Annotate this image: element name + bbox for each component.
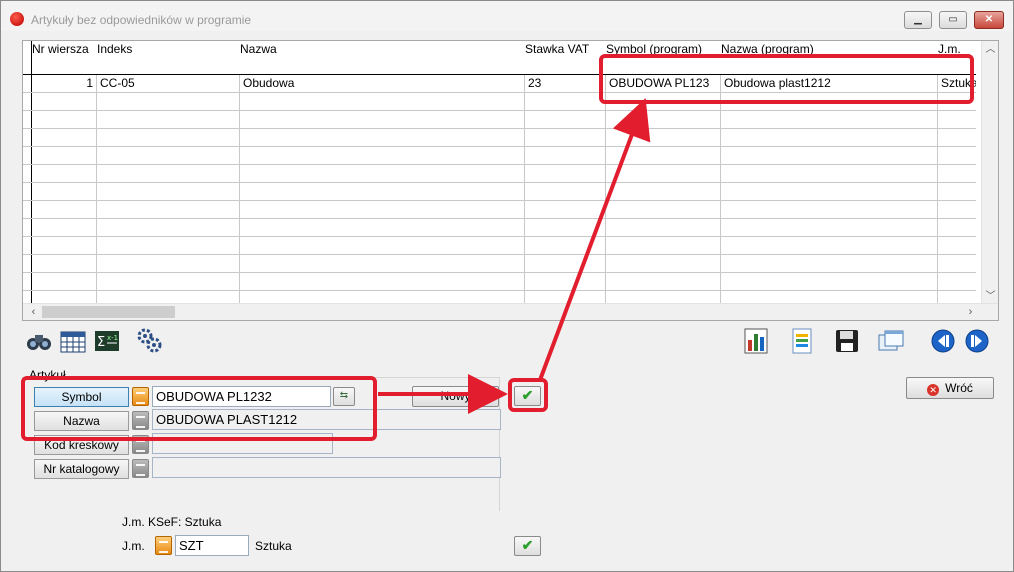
- scroll-right-icon[interactable]: ›: [962, 304, 979, 320]
- checkmark-icon: ✔: [521, 537, 534, 553]
- empty-table-row[interactable]: [23, 237, 976, 255]
- sum-formula-icon: Σx-1: [95, 331, 119, 351]
- column-header-indeks[interactable]: Indeks: [97, 41, 239, 75]
- cell-indeks[interactable]: CC-05: [97, 75, 239, 93]
- save-icon: [836, 330, 858, 352]
- scroll-left-icon[interactable]: ‹: [25, 304, 42, 320]
- column-header-vat[interactable]: Stawka VAT: [525, 41, 603, 75]
- maximize-icon: ▭: [948, 14, 958, 25]
- catalog-number-field[interactable]: [152, 457, 501, 478]
- unit-label: J.m.: [122, 539, 145, 553]
- unit-field[interactable]: SZT: [175, 535, 249, 556]
- close-button[interactable]: ✕: [974, 11, 1004, 29]
- bar-chart-icon: [744, 328, 768, 354]
- svg-text:Σ: Σ: [97, 335, 105, 350]
- empty-table-row[interactable]: [23, 165, 976, 183]
- cell-nazwa[interactable]: Obudowa: [240, 75, 522, 93]
- minimize-button[interactable]: ▁: [904, 11, 932, 29]
- catalog-number-picker-icon[interactable]: [132, 459, 149, 478]
- back-button[interactable]: ✕ Wróć: [906, 377, 994, 399]
- unit-picker-icon[interactable]: [155, 536, 172, 555]
- settings-cogs-button[interactable]: [136, 328, 164, 354]
- close-icon: ✕: [984, 14, 994, 25]
- title-bar: Artykuły bez odpowiedników w programie ▁…: [1, 1, 1013, 31]
- annotation-box-article-fields: [21, 376, 377, 441]
- calendar-grid-button[interactable]: [59, 328, 87, 354]
- next-button[interactable]: [963, 328, 991, 354]
- empty-table-row[interactable]: [23, 255, 976, 273]
- empty-table-row[interactable]: [23, 129, 976, 147]
- svg-text:x-1: x-1: [107, 334, 118, 342]
- empty-table-row[interactable]: [23, 183, 976, 201]
- previous-button[interactable]: [929, 328, 957, 354]
- column-header-nr[interactable]: Nr wiersza: [32, 41, 96, 75]
- confirm-unit-button[interactable]: ✔: [514, 536, 541, 556]
- app-icon: [10, 12, 24, 26]
- calendar-grid-icon: [60, 331, 86, 353]
- empty-table-row[interactable]: [23, 147, 976, 165]
- search-binoculars-button[interactable]: [25, 328, 53, 354]
- save-button[interactable]: [833, 328, 861, 354]
- cell-vat[interactable]: 23: [525, 75, 603, 93]
- cogs-icon: [137, 328, 162, 353]
- next-icon: [965, 329, 989, 353]
- windows-button[interactable]: [877, 328, 905, 354]
- vertical-scrollbar[interactable]: ︿ ﹀: [981, 41, 998, 305]
- column-header-nazwa[interactable]: Nazwa: [240, 41, 522, 75]
- document-icon: [792, 328, 812, 354]
- empty-table-row[interactable]: [23, 273, 976, 291]
- cancel-icon: ✕: [927, 384, 940, 396]
- empty-table-row[interactable]: [23, 201, 976, 219]
- binoculars-icon: [27, 335, 51, 350]
- empty-table-row[interactable]: [23, 219, 976, 237]
- minimize-icon: ▁: [914, 14, 922, 25]
- annotation-box-confirm: [508, 378, 548, 412]
- new-article-button[interactable]: Nowy: [412, 386, 499, 407]
- back-button-label: Wróć: [945, 381, 973, 395]
- scroll-up-icon[interactable]: ︿: [982, 41, 998, 58]
- cell-nr[interactable]: 1: [32, 75, 96, 93]
- prev-icon: [931, 329, 955, 353]
- maximize-button[interactable]: ▭: [939, 11, 967, 29]
- empty-table-row[interactable]: [23, 111, 976, 129]
- windows-icon: [878, 330, 904, 351]
- dialog-content: Nr wiersza Indeks Nazwa Stawka VAT Symbo…: [9, 31, 1005, 565]
- catalog-number-search-button[interactable]: Nr katalogowy: [34, 459, 129, 479]
- sum-formula-button[interactable]: Σx-1: [93, 328, 121, 354]
- window-title: Artykuły bez odpowiedników w programie: [31, 13, 252, 27]
- unit-name-label: Sztuka: [255, 539, 292, 553]
- ksef-unit-label: J.m. KSeF: Sztuka: [122, 515, 222, 529]
- horizontal-scroll-thumb[interactable]: [42, 306, 175, 318]
- annotation-box-program-columns: [599, 54, 974, 104]
- horizontal-scrollbar[interactable]: ‹ ›: [23, 303, 998, 320]
- document-button[interactable]: [788, 328, 816, 354]
- chart-button[interactable]: [743, 328, 771, 354]
